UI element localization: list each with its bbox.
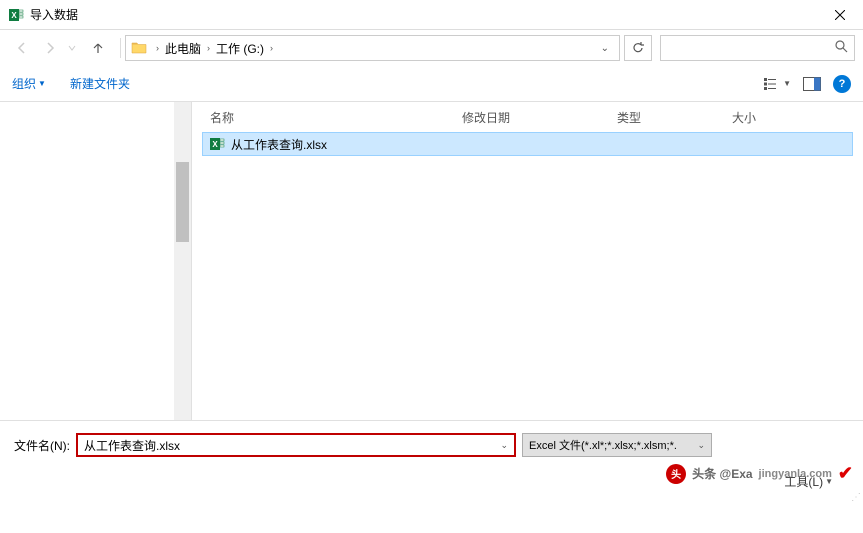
avatar-icon: 头 bbox=[666, 464, 686, 484]
excel-icon: X bbox=[8, 7, 24, 23]
svg-text:X: X bbox=[212, 140, 218, 149]
breadcrumb-bar[interactable]: › 此电脑 › 工作 (G:) › ⌄ bbox=[125, 35, 620, 61]
column-header-size[interactable]: 大小 bbox=[732, 109, 853, 126]
column-header-name[interactable]: 名称 bbox=[202, 109, 462, 126]
file-list-pane: 名称 修改日期 类型 大小 X 从工作表查询.xlsx bbox=[192, 102, 863, 420]
new-folder-label: 新建文件夹 bbox=[70, 75, 130, 92]
filename-value: 从工作表查询.xlsx bbox=[84, 437, 180, 454]
file-type-filter[interactable]: Excel 文件(*.xl*;*.xlsx;*.xlsm;*. ⌄ bbox=[522, 433, 712, 457]
column-header-date[interactable]: 修改日期 bbox=[462, 109, 617, 126]
watermark-text: 头条 @Exa bbox=[692, 465, 752, 482]
main-area: 名称 修改日期 类型 大小 X 从工作表查询.xlsx bbox=[0, 102, 863, 420]
nav-bar: › 此电脑 › 工作 (G:) › ⌄ bbox=[0, 30, 863, 66]
bottom-panel: 文件名(N): 从工作表查询.xlsx ⌄ Excel 文件(*.xl*;*.x… bbox=[0, 420, 863, 502]
titlebar: X 导入数据 bbox=[0, 0, 863, 30]
button-row: 工具(L) ▼ 头 头条 @Exa jingyanla.com ✔ bbox=[14, 473, 849, 490]
dropdown-icon: ⌄ bbox=[697, 440, 705, 451]
new-folder-button[interactable]: 新建文件夹 bbox=[70, 75, 130, 92]
separator bbox=[120, 38, 121, 58]
folder-tree-pane[interactable] bbox=[0, 102, 192, 420]
back-button[interactable] bbox=[8, 34, 36, 62]
breadcrumb-dropdown[interactable]: ⌄ bbox=[595, 43, 615, 54]
file-name: 从工作表查询.xlsx bbox=[231, 136, 327, 153]
close-button[interactable] bbox=[817, 0, 863, 30]
scrollbar-thumb[interactable] bbox=[176, 162, 189, 242]
watermark: 头 头条 @Exa jingyanla.com ✔ bbox=[666, 463, 853, 484]
recent-dropdown[interactable] bbox=[64, 34, 80, 62]
filter-label: Excel 文件(*.xl*;*.xlsx;*.xlsm;*. bbox=[529, 437, 677, 453]
organize-label: 组织 bbox=[12, 75, 36, 92]
filename-row: 文件名(N): 从工作表查询.xlsx ⌄ Excel 文件(*.xl*;*.x… bbox=[14, 433, 849, 457]
chevron-icon[interactable]: › bbox=[266, 43, 277, 53]
resize-handle[interactable]: ⋰ bbox=[851, 495, 861, 500]
checkmark-icon: ✔ bbox=[838, 463, 853, 484]
watermark-site: jingyanla.com bbox=[759, 468, 832, 480]
chevron-icon[interactable]: › bbox=[203, 43, 214, 53]
refresh-button[interactable] bbox=[624, 35, 652, 61]
svg-text:X: X bbox=[11, 11, 17, 20]
search-icon bbox=[835, 40, 848, 56]
organize-menu[interactable]: 组织 ▼ bbox=[12, 75, 46, 92]
chevron-icon[interactable]: › bbox=[152, 43, 163, 53]
column-headers: 名称 修改日期 类型 大小 bbox=[192, 102, 863, 132]
filename-label: 文件名(N): bbox=[14, 437, 70, 454]
forward-button[interactable] bbox=[36, 34, 64, 62]
view-mode-button[interactable]: ▼ bbox=[764, 77, 791, 91]
preview-pane-button[interactable] bbox=[803, 77, 821, 91]
scrollbar[interactable] bbox=[174, 102, 191, 420]
filename-input[interactable]: 从工作表查询.xlsx ⌄ bbox=[76, 433, 516, 457]
dropdown-icon: ▼ bbox=[38, 79, 46, 88]
column-header-type[interactable]: 类型 bbox=[617, 109, 732, 126]
toolbar: 组织 ▼ 新建文件夹 ▼ ? bbox=[0, 66, 863, 102]
file-row[interactable]: X 从工作表查询.xlsx bbox=[202, 132, 853, 156]
up-button[interactable] bbox=[84, 34, 112, 62]
dropdown-icon[interactable]: ⌄ bbox=[500, 440, 508, 451]
help-button[interactable]: ? bbox=[833, 75, 851, 93]
search-input[interactable] bbox=[660, 35, 855, 61]
breadcrumb-item[interactable]: 工作 (G:) bbox=[214, 40, 266, 57]
excel-file-icon: X bbox=[209, 136, 225, 152]
breadcrumb-item[interactable]: 此电脑 bbox=[163, 40, 203, 57]
dialog-title: 导入数据 bbox=[30, 6, 78, 23]
folder-icon bbox=[130, 39, 148, 57]
